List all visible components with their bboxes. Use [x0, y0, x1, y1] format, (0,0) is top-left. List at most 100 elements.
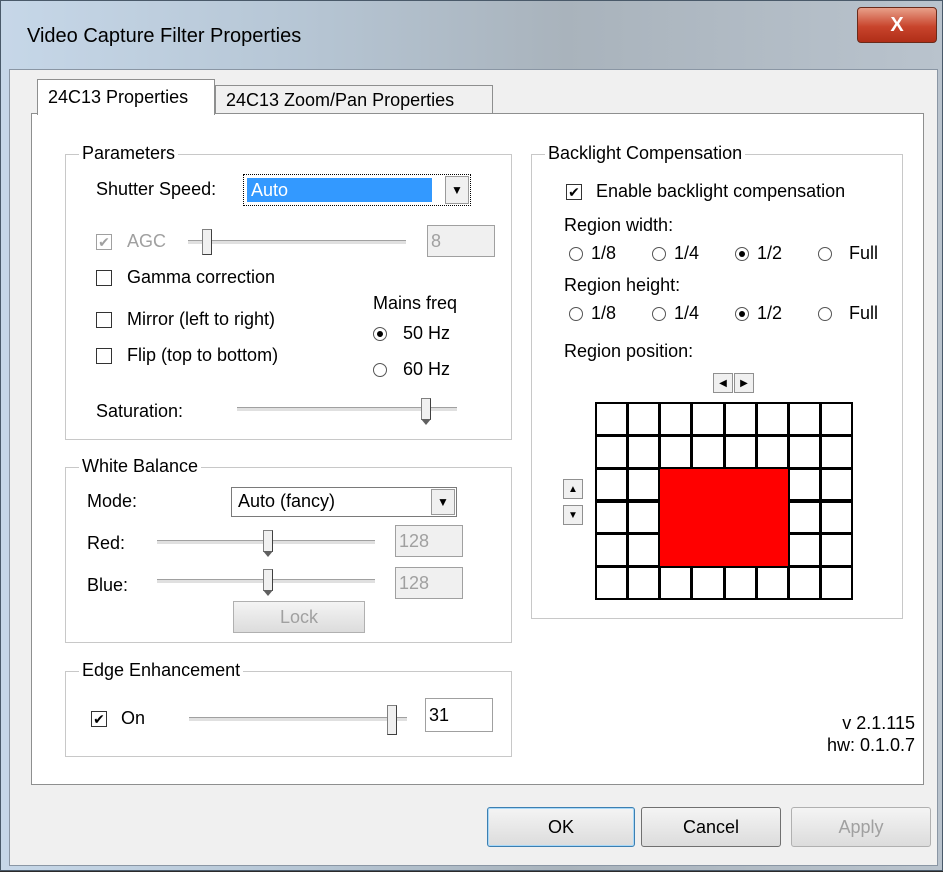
grid-cell[interactable]	[821, 568, 851, 598]
grid-cell[interactable]	[821, 436, 851, 467]
wb-red-value-field: 128	[395, 525, 463, 557]
grid-cell[interactable]	[693, 436, 723, 467]
enable-backlight-label: Enable backlight compensation	[596, 181, 846, 201]
agc-slider-track[interactable]	[188, 240, 406, 245]
grid-cell[interactable]	[597, 568, 627, 598]
saturation-slider-thumb[interactable]	[421, 398, 431, 425]
height-full-radio[interactable]	[818, 307, 832, 321]
wb-red-slider-thumb[interactable]	[263, 530, 273, 557]
edge-slider-thumb[interactable]	[387, 705, 397, 735]
region-width-label: Region width:	[564, 215, 674, 235]
grid-cell[interactable]	[661, 568, 691, 598]
grid-cell[interactable]	[725, 404, 755, 434]
grid-cell[interactable]	[629, 404, 659, 434]
grid-cell[interactable]	[597, 502, 627, 533]
grid-cell[interactable]	[597, 469, 627, 500]
grid-cell[interactable]	[693, 568, 723, 598]
grid-cell[interactable]	[757, 568, 787, 598]
lock-button-label: Lock	[279, 606, 319, 627]
arrow-right-icon: ▶	[740, 377, 748, 389]
grid-cell[interactable]	[789, 404, 819, 434]
shutter-speed-select[interactable]: Auto ▼	[243, 174, 471, 206]
arrow-left-icon: ◀	[719, 377, 727, 389]
grid-cell[interactable]	[757, 404, 787, 434]
edge-slider-track[interactable]	[189, 717, 407, 722]
hw-version-text: hw: 0.1.0.7	[826, 735, 915, 755]
grid-cell[interactable]	[725, 436, 755, 467]
edge-on-checkbox[interactable]: ✔	[91, 711, 107, 727]
gamma-checkbox[interactable]	[96, 270, 112, 286]
height-1-4-radio[interactable]	[652, 307, 666, 321]
agc-checkbox[interactable]: ✔	[96, 234, 112, 250]
grid-cell[interactable]	[629, 436, 659, 467]
grid-cell[interactable]	[757, 436, 787, 467]
mains-60hz-label: 60 Hz	[403, 359, 451, 379]
apply-button-label: Apply	[838, 816, 884, 837]
agc-slider-thumb[interactable]	[202, 229, 212, 255]
wb-mode-select[interactable]: Auto (fancy) ▼	[231, 487, 457, 517]
grid-cell[interactable]	[661, 404, 691, 434]
grid-cell[interactable]	[821, 502, 851, 533]
grid-cell[interactable]	[789, 502, 819, 533]
grid-cell[interactable]	[629, 469, 659, 500]
cancel-button[interactable]: Cancel	[641, 807, 781, 847]
move-left-button[interactable]: ◀	[713, 373, 733, 393]
wb-blue-slider-thumb[interactable]	[263, 569, 273, 596]
mains-50hz-radio[interactable]	[373, 327, 387, 341]
flip-label: Flip (top to bottom)	[127, 345, 279, 365]
width-1-8-radio[interactable]	[569, 247, 583, 261]
grid-cell[interactable]	[789, 568, 819, 598]
flip-checkbox[interactable]	[96, 348, 112, 364]
shutter-speed-value: Auto	[247, 178, 432, 202]
move-up-button[interactable]: ▲	[563, 479, 583, 499]
chevron-down-icon[interactable]: ▼	[445, 176, 469, 204]
ok-button-label: OK	[547, 816, 574, 837]
lock-button[interactable]: Lock	[233, 601, 365, 633]
grid-cell[interactable]	[821, 469, 851, 500]
agc-label: AGC	[127, 231, 167, 251]
grid-cell[interactable]	[597, 535, 627, 566]
grid-cell[interactable]	[629, 568, 659, 598]
backlight-region[interactable]	[660, 468, 788, 567]
mirror-label: Mirror (left to right)	[127, 309, 276, 329]
mains-60hz-radio[interactable]	[373, 363, 387, 377]
grid-cell[interactable]	[789, 469, 819, 500]
ok-button[interactable]: OK	[487, 807, 635, 847]
height-1-4-label: 1/4	[674, 303, 700, 323]
grid-cell[interactable]	[661, 436, 691, 467]
saturation-label: Saturation:	[96, 401, 184, 421]
grid-cell[interactable]	[725, 568, 755, 598]
width-1-4-label: 1/4	[674, 243, 700, 263]
mains-50hz-label: 50 Hz	[403, 323, 451, 343]
grid-cell[interactable]	[821, 535, 851, 566]
width-full-radio[interactable]	[818, 247, 832, 261]
move-right-button[interactable]: ▶	[734, 373, 754, 393]
shutter-speed-label: Shutter Speed:	[96, 179, 217, 199]
edge-value-field[interactable]: 31	[425, 698, 493, 732]
mirror-checkbox[interactable]	[96, 312, 112, 328]
width-1-2-radio[interactable]	[735, 247, 749, 261]
grid-cell[interactable]	[629, 502, 659, 533]
width-full-label: Full	[849, 243, 879, 263]
width-1-4-radio[interactable]	[652, 247, 666, 261]
height-1-2-label: 1/2	[757, 303, 783, 323]
grid-cell[interactable]	[629, 535, 659, 566]
grid-cell[interactable]	[789, 436, 819, 467]
grid-cell[interactable]	[597, 436, 627, 467]
height-1-2-radio[interactable]	[735, 307, 749, 321]
enable-backlight-checkbox[interactable]: ✔	[566, 184, 582, 200]
chevron-down-icon[interactable]: ▼	[431, 489, 455, 515]
grid-cell[interactable]	[789, 535, 819, 566]
grid-cell[interactable]	[693, 404, 723, 434]
grid-cell[interactable]	[821, 404, 851, 434]
grid-cell[interactable]	[597, 404, 627, 434]
wb-blue-label: Blue:	[87, 575, 129, 595]
height-1-8-radio[interactable]	[569, 307, 583, 321]
dialog-window: Video Capture Filter Properties X 24C13 …	[0, 0, 943, 871]
apply-button[interactable]: Apply	[791, 807, 931, 847]
region-position-grid[interactable]	[595, 402, 853, 600]
parameters-title: Parameters	[79, 143, 179, 164]
wb-blue-value-field: 128	[395, 567, 463, 599]
edge-on-label: On	[121, 708, 146, 728]
move-down-button[interactable]: ▼	[563, 505, 583, 525]
